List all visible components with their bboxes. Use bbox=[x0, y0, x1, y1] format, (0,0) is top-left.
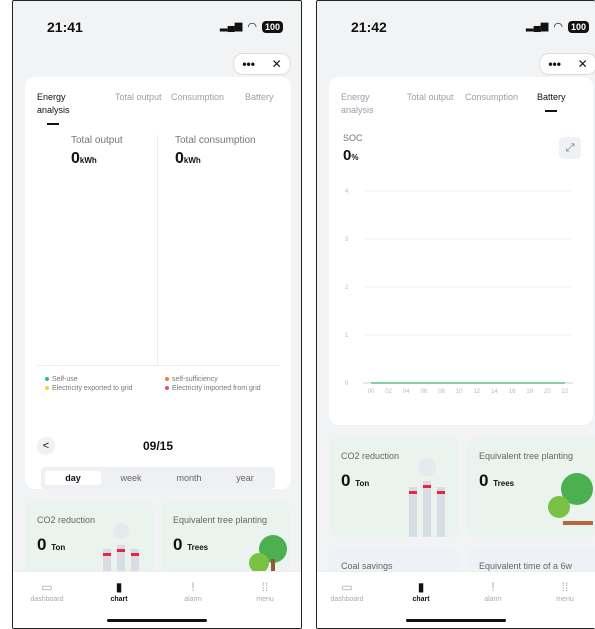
nav-chart[interactable]: ▮ chart bbox=[89, 580, 149, 603]
signal-icon: ▂▄▆ bbox=[525, 21, 549, 32]
x-tick-label: 16 bbox=[509, 389, 516, 395]
x-tick-label: 14 bbox=[491, 389, 498, 395]
y-tick-label: 3 bbox=[345, 237, 349, 243]
legend-divider bbox=[37, 365, 279, 366]
x-tick-label: 20 bbox=[544, 389, 551, 395]
period-year[interactable]: year bbox=[217, 471, 273, 485]
stats-divider bbox=[157, 135, 158, 365]
menu-icon: ⁞⁞ bbox=[261, 580, 269, 594]
tab-battery[interactable]: Battery bbox=[537, 91, 566, 104]
soc-label: SOC bbox=[343, 133, 363, 143]
dashboard-icon: ▭ bbox=[41, 580, 53, 594]
legend-self-use: Self-use bbox=[45, 375, 145, 384]
tab-energy-analysis[interactable]: Energy analysis bbox=[341, 91, 374, 117]
period-week[interactable]: week bbox=[103, 471, 159, 485]
x-tick-label: 22 bbox=[562, 389, 569, 395]
tab-total-output[interactable]: Total output bbox=[115, 91, 162, 104]
legend-self-sufficiency: self-sufficiency bbox=[165, 375, 265, 384]
battery-icon: 100 bbox=[261, 20, 283, 33]
close-button[interactable]: ✕ bbox=[272, 57, 282, 71]
x-tick-label: 10 bbox=[456, 389, 463, 395]
more-button[interactable]: ••• bbox=[242, 57, 255, 71]
home-indicator bbox=[406, 619, 506, 622]
x-tick-label: 12 bbox=[473, 389, 480, 395]
energy-card: Energy analysis Total output Consumption… bbox=[25, 77, 291, 489]
tab-consumption[interactable]: Consumption bbox=[465, 91, 518, 104]
status-bar: 21:41 ▂▄▆ ◠ 100 bbox=[13, 19, 301, 39]
tab-battery[interactable]: Battery bbox=[245, 91, 274, 104]
total-consumption-label: Total consumption bbox=[175, 135, 256, 146]
nav-dashboard[interactable]: ▭ dashboard bbox=[17, 580, 77, 603]
tree-tile: Equivalent tree planting 0 Trees bbox=[467, 437, 595, 537]
x-tick-label: 04 bbox=[403, 389, 410, 395]
wifi-icon: ◠ bbox=[247, 21, 257, 33]
period-selector: day week month year bbox=[41, 467, 275, 489]
current-date: 09/15 bbox=[142, 439, 174, 453]
signal-icon: ▂▄▆ bbox=[219, 21, 243, 32]
status-time: 21:42 bbox=[351, 19, 387, 35]
total-consumption-stat: Total consumption 0kWh bbox=[175, 135, 256, 168]
period-day[interactable]: day bbox=[45, 471, 101, 485]
nav-alarm[interactable]: ! alarm bbox=[463, 580, 523, 603]
dashboard-icon: ▭ bbox=[341, 580, 353, 594]
status-bar: 21:42 ▂▄▆ ◠ 100 bbox=[317, 19, 595, 39]
battery-card: Energy analysis Total output Consumption… bbox=[329, 77, 593, 425]
mini-program-capsule: ••• ✕ bbox=[539, 53, 595, 75]
nav-menu[interactable]: ⁞⁞ menu bbox=[235, 580, 295, 603]
tab-total-output[interactable]: Total output bbox=[407, 91, 454, 104]
phone-screen-left: 21:41 ▂▄▆ ◠ 100 ••• ✕ Energy analysis To… bbox=[12, 0, 302, 629]
period-month[interactable]: month bbox=[161, 471, 217, 485]
total-consumption-value: 0kWh bbox=[175, 150, 201, 167]
bottom-tab-bar: ▭ dashboard ▮ chart ! alarm ⁞⁞ menu bbox=[317, 571, 595, 628]
co2-tile: CO2 reduction 0 Ton bbox=[329, 437, 459, 537]
legend-left: Self-use Electricity exported to grid bbox=[45, 375, 145, 393]
chart-icon: ▮ bbox=[417, 580, 425, 594]
total-output-stat: Total output 0kWh bbox=[71, 135, 123, 168]
total-output-label: Total output bbox=[71, 135, 123, 146]
tab-consumption[interactable]: Consumption bbox=[171, 91, 224, 104]
nav-dashboard[interactable]: ▭ dashboard bbox=[317, 580, 377, 603]
total-output-value: 0kWh bbox=[71, 150, 97, 167]
status-time: 21:41 bbox=[47, 19, 83, 35]
y-tick-label: 0 bbox=[345, 381, 349, 387]
nav-chart[interactable]: ▮ chart bbox=[391, 580, 451, 603]
x-tick-label: 18 bbox=[526, 389, 533, 395]
expand-icon[interactable]: ⤢ bbox=[559, 137, 581, 159]
x-tick-label: 00 bbox=[368, 389, 375, 395]
battery-icon: 100 bbox=[567, 20, 589, 33]
alarm-icon: ! bbox=[191, 580, 195, 594]
x-tick-label: 06 bbox=[421, 389, 428, 395]
alarm-icon: ! bbox=[491, 580, 495, 594]
nav-alarm[interactable]: ! alarm bbox=[163, 580, 223, 603]
nav-menu[interactable]: ⁞⁞ menu bbox=[535, 580, 595, 603]
home-indicator bbox=[107, 619, 207, 622]
legend-exported: Electricity exported to grid bbox=[45, 384, 145, 393]
more-button[interactable]: ••• bbox=[548, 57, 561, 71]
soc-chart: 0123400 02 04 06 08 10 12 14 16 18 20 22 bbox=[345, 189, 573, 395]
legend-right: self-sufficiency Electricity imported fr… bbox=[165, 375, 265, 393]
y-tick-label: 1 bbox=[345, 333, 349, 339]
tree-illustration bbox=[548, 473, 593, 525]
wifi-icon: ◠ bbox=[553, 21, 563, 33]
x-tick-label: 02 bbox=[385, 389, 392, 395]
tab-energy-analysis[interactable]: Energy analysis bbox=[37, 91, 70, 117]
status-icons: ▂▄▆ ◠ 100 bbox=[220, 20, 283, 33]
y-tick-label: 2 bbox=[345, 285, 349, 291]
factory-illustration bbox=[409, 458, 445, 537]
status-icons: ▂▄▆ ◠ 100 bbox=[526, 20, 589, 33]
x-tick-label: 08 bbox=[438, 389, 445, 395]
y-tick-label: 4 bbox=[345, 189, 349, 195]
menu-icon: ⁞⁞ bbox=[561, 580, 569, 594]
coal-label: Coal savings bbox=[341, 561, 393, 571]
bottom-tab-bar: ▭ dashboard ▮ chart ! alarm ⁞⁞ menu bbox=[13, 571, 301, 628]
phone-screen-right: 21:42 ▂▄▆ ◠ 100 ••• ✕ Energy analysis To… bbox=[316, 0, 595, 629]
date-navigator: < 09/15 bbox=[37, 437, 279, 457]
soc-value: 0% bbox=[343, 147, 359, 164]
legend-imported: Electricity imported from grid bbox=[165, 384, 265, 393]
chart-icon: ▮ bbox=[115, 580, 123, 594]
close-button[interactable]: ✕ bbox=[578, 57, 588, 71]
mini-program-capsule: ••• ✕ bbox=[233, 53, 291, 75]
